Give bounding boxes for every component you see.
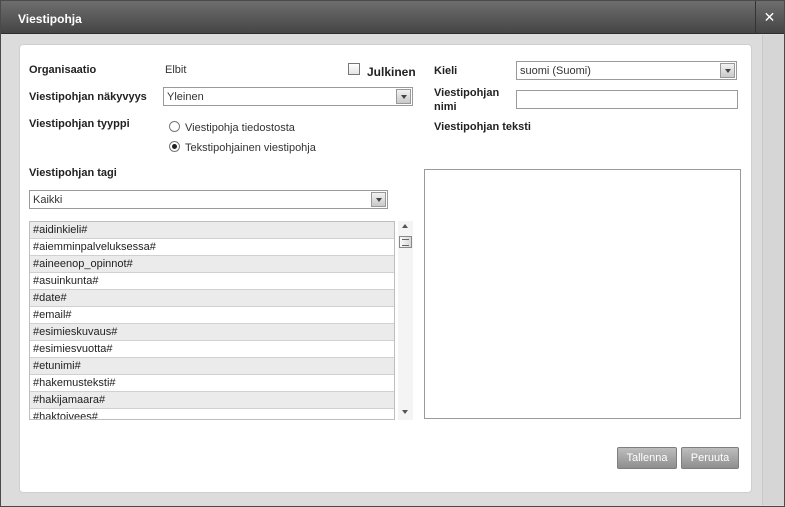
chevron-down-icon[interactable] [371, 192, 386, 207]
list-item[interactable]: #asuinkunta# [30, 273, 394, 290]
name-label-line2: nimi [434, 101, 457, 113]
scroll-down-icon[interactable] [402, 410, 408, 414]
name-input[interactable] [516, 90, 738, 109]
tag-label: Viestipohjan tagi [29, 167, 117, 179]
type-radio-from-file[interactable] [169, 121, 180, 132]
list-item[interactable]: #haktoivees# [30, 409, 394, 419]
dialog-titlebar: Viestipohja ✕ [1, 1, 784, 34]
language-select[interactable]: suomi (Suomi) [516, 61, 737, 80]
type-option-from-file: Viestipohja tiedostosta [185, 122, 295, 134]
dialog-side-strip [762, 35, 784, 505]
list-item[interactable]: #hakemusteksti# [30, 375, 394, 392]
list-item[interactable]: #aiemminpalveluksessa# [30, 239, 394, 256]
message-text-area[interactable] [424, 169, 741, 419]
list-item[interactable]: #aidinkieli# [30, 222, 394, 239]
close-icon[interactable]: ✕ [755, 1, 783, 34]
scroll-up-icon[interactable] [402, 224, 408, 228]
tag-list[interactable]: #aidinkieli# #aiemminpalveluksessa# #ain… [29, 221, 395, 420]
language-label: Kieli [434, 65, 458, 77]
tag-filter-select[interactable]: Kaikki [29, 190, 388, 209]
list-item[interactable]: #hakijamaara# [30, 392, 394, 409]
public-checkbox[interactable] [348, 63, 360, 75]
list-item[interactable]: #esimieskuvaus# [30, 324, 394, 341]
dialog: Viestipohja ✕ Organisaatio Elbit Julkine… [0, 0, 785, 507]
visibility-label: Viestipohjan näkyvyys [29, 91, 147, 103]
type-label: Viestipohjan tyyppi [29, 118, 130, 130]
tag-list-scrollbar[interactable] [398, 221, 413, 420]
tag-filter-value: Kaikki [33, 194, 63, 206]
public-label: Julkinen [367, 65, 416, 79]
visibility-select[interactable]: Yleinen [163, 87, 413, 106]
list-item[interactable]: #date# [30, 290, 394, 307]
type-radio-text-based[interactable] [169, 141, 180, 152]
chevron-down-icon[interactable] [396, 89, 411, 104]
language-select-value: suomi (Suomi) [520, 65, 591, 77]
text-label: Viestipohjan teksti [434, 121, 531, 133]
organisation-label: Organisaatio [29, 64, 97, 76]
list-item[interactable]: #email# [30, 307, 394, 324]
type-option-text-based: Tekstipohjainen viestipohja [185, 142, 316, 154]
name-label-line1: Viestipohjan [434, 87, 500, 99]
cancel-button[interactable]: Peruuta [681, 447, 739, 469]
list-item[interactable]: #esimiesvuotta# [30, 341, 394, 358]
scrollbar-thumb[interactable] [399, 236, 412, 248]
organisation-value: Elbit [165, 64, 187, 76]
visibility-select-value: Yleinen [167, 91, 204, 103]
save-button[interactable]: Tallenna [617, 447, 677, 469]
dialog-title: Viestipohja [18, 12, 82, 26]
chevron-down-icon[interactable] [720, 63, 735, 78]
list-item[interactable]: #aineenop_opinnot# [30, 256, 394, 273]
list-item[interactable]: #etunimi# [30, 358, 394, 375]
